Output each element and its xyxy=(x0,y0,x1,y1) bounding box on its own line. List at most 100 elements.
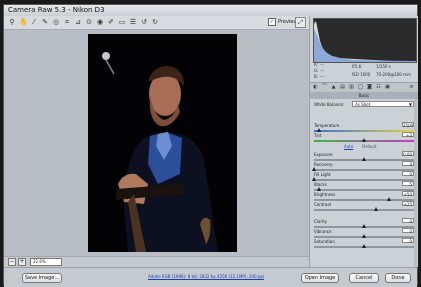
slider-track[interactable] xyxy=(314,189,414,191)
slider-label: Tint xyxy=(314,133,322,138)
slider-thumb[interactable] xyxy=(362,234,366,238)
slider-value-field[interactable]: 0 xyxy=(402,238,414,244)
preview-checkbox[interactable]: ✓ Preview xyxy=(268,18,297,26)
panel-scrollbar[interactable] xyxy=(414,99,417,267)
slider-label: Clarity xyxy=(314,219,328,224)
slider-label: Fill Light xyxy=(314,172,331,177)
lens-value: 70-200@200 mm xyxy=(376,72,411,77)
presets-tab-icon[interactable]: ☷ xyxy=(375,84,382,90)
slider-thumb[interactable] xyxy=(312,177,316,181)
histogram xyxy=(313,18,417,63)
rotate-cw-icon[interactable]: ↻ xyxy=(151,18,159,26)
slider-thumb[interactable] xyxy=(362,244,366,248)
slider-value-field[interactable]: 5 xyxy=(402,181,414,187)
slider-track[interactable] xyxy=(314,130,414,132)
slider-thumb[interactable] xyxy=(387,197,391,201)
red-label: R: xyxy=(314,62,319,67)
slider-value-field[interactable]: 2500 xyxy=(402,122,414,128)
zoom-out-icon[interactable]: − xyxy=(8,258,16,266)
aperture-value: f/5.6 xyxy=(352,64,362,69)
open-image-button[interactable]: Open Image xyxy=(301,273,339,283)
image-preview-area: _DSC6727.NEF xyxy=(4,30,309,261)
fullscreen-toggle-icon[interactable]: ⤢ xyxy=(295,17,306,28)
panel-menu-icon[interactable]: ≡ xyxy=(408,84,415,90)
bottom-bar: Save Image... Adobe RGB (1998); 8 bit; 2… xyxy=(4,267,417,287)
white-balance-tool-icon[interactable]: ⁄ xyxy=(30,18,38,26)
slider-label: Vibrance xyxy=(314,229,332,234)
rotate-ccw-icon[interactable]: ↺ xyxy=(140,18,148,26)
done-button[interactable]: Done xyxy=(385,273,411,283)
slider-track[interactable] xyxy=(314,199,414,201)
photo-guitarist-image xyxy=(88,34,237,252)
slider-label: Contrast xyxy=(314,202,332,207)
slider-value-field[interactable]: 0 xyxy=(402,161,414,167)
basic-section-header: Basic xyxy=(310,92,418,99)
crop-tool-icon[interactable]: ⌗ xyxy=(63,18,71,26)
chevron-down-icon: ▼ xyxy=(408,102,412,107)
zoom-controls: − + 22.6% xyxy=(4,256,309,267)
slider-value-field[interactable]: +25 xyxy=(402,201,414,207)
slider-thumb[interactable] xyxy=(312,167,316,171)
iso-value: ISO 1600 xyxy=(352,72,371,77)
camera-calibration-tab-icon[interactable]: ◙ xyxy=(366,84,373,90)
default-link[interactable]: Default xyxy=(362,144,377,149)
slider-label: Saturation xyxy=(314,239,335,244)
slider-track[interactable] xyxy=(314,179,414,181)
camera-info: R: --- G: --- B: --- f/5.6 1/250 s ISO 1… xyxy=(314,62,414,84)
slider-value-field[interactable]: 0.00 xyxy=(402,151,414,157)
shutter-value: 1/250 s xyxy=(376,64,391,69)
blue-value: --- xyxy=(320,74,325,79)
histogram-graph xyxy=(314,19,416,62)
adjustments-panel: R: --- G: --- B: --- f/5.6 1/250 s ISO 1… xyxy=(309,16,418,267)
toolbar: ✓ Preview ⤢ ⚲ ✋ ⁄ ✎ ◎ ⌗ ⊿ ⊙ ◉ ✐ ▭ ☰ ↺ ↻ xyxy=(4,16,309,30)
slider-value-field[interactable]: 0 xyxy=(402,171,414,177)
graduated-filter-tool-icon[interactable]: ▭ xyxy=(118,18,126,26)
slider-track[interactable] xyxy=(314,169,414,171)
slider-label: Brightness xyxy=(314,192,336,197)
snapshots-tab-icon[interactable]: ▣ xyxy=(384,84,391,90)
white-balance-label: White Balance: xyxy=(314,102,345,107)
tone-curve-tab-icon[interactable]: ⌒ xyxy=(321,84,328,90)
slider-thumb[interactable] xyxy=(362,157,366,161)
slider-track[interactable] xyxy=(314,209,414,211)
window-title: Camera Raw 5.3 - Nikon D3 xyxy=(8,6,105,14)
slider-value-field[interactable]: 0 xyxy=(402,218,414,224)
checkmark-icon: ✓ xyxy=(268,18,276,26)
slider-thumb[interactable] xyxy=(317,187,321,191)
basic-tab-icon[interactable]: ◐ xyxy=(312,84,319,90)
zoom-in-icon[interactable]: + xyxy=(18,258,26,266)
blue-label: B: xyxy=(314,74,319,79)
workflow-options-link[interactable]: Adobe RGB (1998); 8 bit; 2832 by 4256 (1… xyxy=(148,274,264,279)
green-value: --- xyxy=(320,68,325,73)
targeted-adjustment-tool-icon[interactable]: ◎ xyxy=(52,18,60,26)
zoom-level-select[interactable]: 22.6% xyxy=(30,258,62,266)
slider-value-field[interactable]: 0 xyxy=(402,228,414,234)
white-balance-value: As Shot xyxy=(355,102,371,107)
save-image-button[interactable]: Save Image... xyxy=(22,273,62,283)
auto-link[interactable]: Auto xyxy=(344,144,353,149)
lens-corrections-tab-icon[interactable]: ◯ xyxy=(357,84,364,90)
straighten-tool-icon[interactable]: ⊿ xyxy=(74,18,82,26)
camera-raw-window: Camera Raw 5.3 - Nikon D3 ✓ Preview ⤢ ⚲ ✋… xyxy=(3,4,418,287)
detail-tab-icon[interactable]: ▲ xyxy=(330,84,337,90)
slider-thumb[interactable] xyxy=(374,207,378,211)
white-balance-row: White Balance: As Shot ▼ xyxy=(314,101,414,108)
color-sampler-tool-icon[interactable]: ✎ xyxy=(41,18,49,26)
white-balance-select[interactable]: As Shot ▼ xyxy=(352,101,414,107)
green-label: G: xyxy=(314,68,319,73)
red-eye-tool-icon[interactable]: ◉ xyxy=(96,18,104,26)
adjustment-brush-tool-icon[interactable]: ✐ xyxy=(107,18,115,26)
preferences-icon[interactable]: ☰ xyxy=(129,18,137,26)
cancel-button[interactable]: Cancel xyxy=(349,273,379,283)
red-value: --- xyxy=(320,62,325,67)
spot-removal-tool-icon[interactable]: ⊙ xyxy=(85,18,93,26)
hand-tool-icon[interactable]: ✋ xyxy=(19,18,28,26)
split-toning-tab-icon[interactable]: ▥ xyxy=(348,84,355,90)
zoom-tool-icon[interactable]: ⚲ xyxy=(8,18,16,26)
slider-thumb[interactable] xyxy=(317,128,321,132)
hsl-tab-icon[interactable]: ▤ xyxy=(339,84,346,90)
slider-value-field[interactable]: +50 xyxy=(402,191,414,197)
slider-thumb[interactable] xyxy=(362,224,366,228)
slider-value-field[interactable]: +2 xyxy=(402,132,414,138)
slider-thumb[interactable] xyxy=(362,138,366,142)
